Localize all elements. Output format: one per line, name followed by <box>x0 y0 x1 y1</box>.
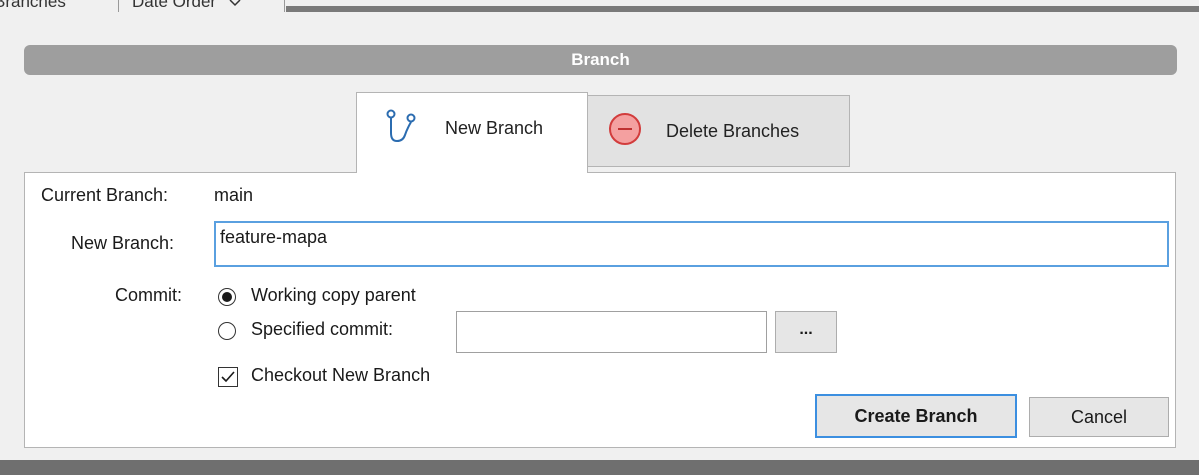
specified-commit-label: Specified commit: <box>251 319 394 339</box>
create-branch-button[interactable]: Create Branch <box>815 394 1017 438</box>
tab-delete-branches-label: Delete Branches <box>666 120 800 141</box>
toolbar-separator <box>118 0 119 12</box>
cancel-button[interactable]: Cancel <box>1029 397 1169 437</box>
background-window-bottom <box>0 460 1199 475</box>
specified-commit-input[interactable] <box>456 311 767 353</box>
current-branch-value: main <box>214 185 254 205</box>
checkout-new-branch-label: Checkout New Branch <box>251 365 431 385</box>
new-branch-panel: Current Branch: main New Branch: feature… <box>24 172 1176 448</box>
new-branch-input[interactable]: feature-mapa <box>214 221 1169 267</box>
working-copy-parent-radio[interactable] <box>218 288 236 306</box>
background-toolbar: Branches Date Order <box>0 0 1199 12</box>
specified-commit-radio[interactable] <box>218 322 236 340</box>
dialog-title: Branch <box>24 45 1177 75</box>
tab-delete-branches[interactable]: Delete Branches <box>588 95 850 167</box>
new-branch-input-value: feature-mapa <box>220 227 328 247</box>
commit-label: Commit: <box>115 285 182 305</box>
toolbar-separator <box>284 0 285 12</box>
branch-dialog: Branch New Branch Delete Branches Curren… <box>0 12 1199 460</box>
tab-new-branch[interactable]: New Branch <box>356 92 588 173</box>
sort-order-label: Date Order <box>132 0 217 11</box>
minus-circle-icon <box>608 112 642 151</box>
checkout-new-branch-checkbox[interactable] <box>218 367 238 387</box>
chevron-down-icon <box>229 0 241 12</box>
new-branch-label: New Branch: <box>71 233 175 253</box>
checkmark-icon <box>221 371 235 383</box>
browse-commit-button[interactable]: ... <box>775 311 837 353</box>
tab-new-branch-label: New Branch <box>445 117 544 138</box>
sort-order-dropdown[interactable]: Date Order <box>132 0 241 12</box>
working-copy-parent-label: Working copy parent <box>251 285 416 305</box>
current-branch-label: Current Branch: <box>41 185 169 205</box>
branch-icon <box>385 109 417 150</box>
branches-tab-label[interactable]: Branches <box>0 0 66 12</box>
